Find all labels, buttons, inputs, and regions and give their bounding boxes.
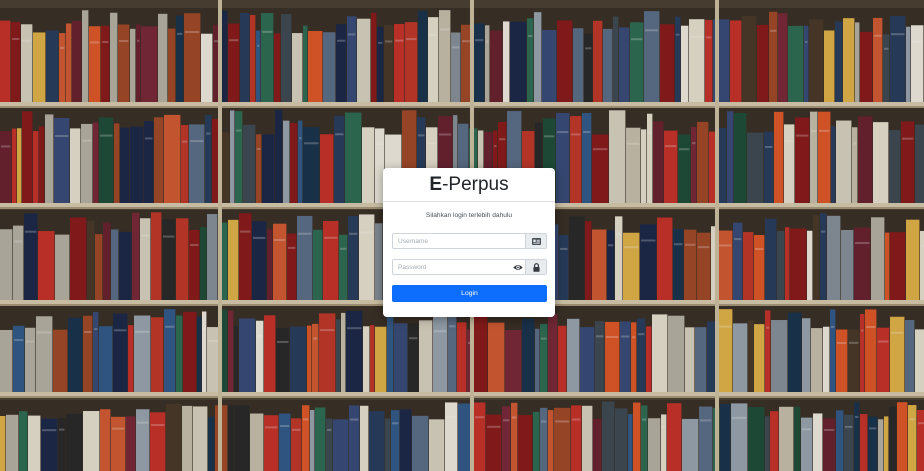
username-input[interactable] [393,234,525,248]
login-button[interactable]: Login [392,285,547,302]
password-input[interactable] [393,260,511,274]
username-field-group [392,233,547,249]
login-card: E-Perpus Silahkan login terlebih dahulu [383,168,555,317]
id-card-icon [525,234,546,248]
app-title-bold: E [429,173,443,195]
password-field-group [392,259,547,275]
app-title-rest: -Perpus [442,173,509,195]
lock-icon [525,260,546,274]
login-subtitle: Silahkan login terlebih dahulu [425,212,513,219]
eye-icon[interactable] [511,260,525,274]
app-title: E -Perpus [383,168,555,202]
